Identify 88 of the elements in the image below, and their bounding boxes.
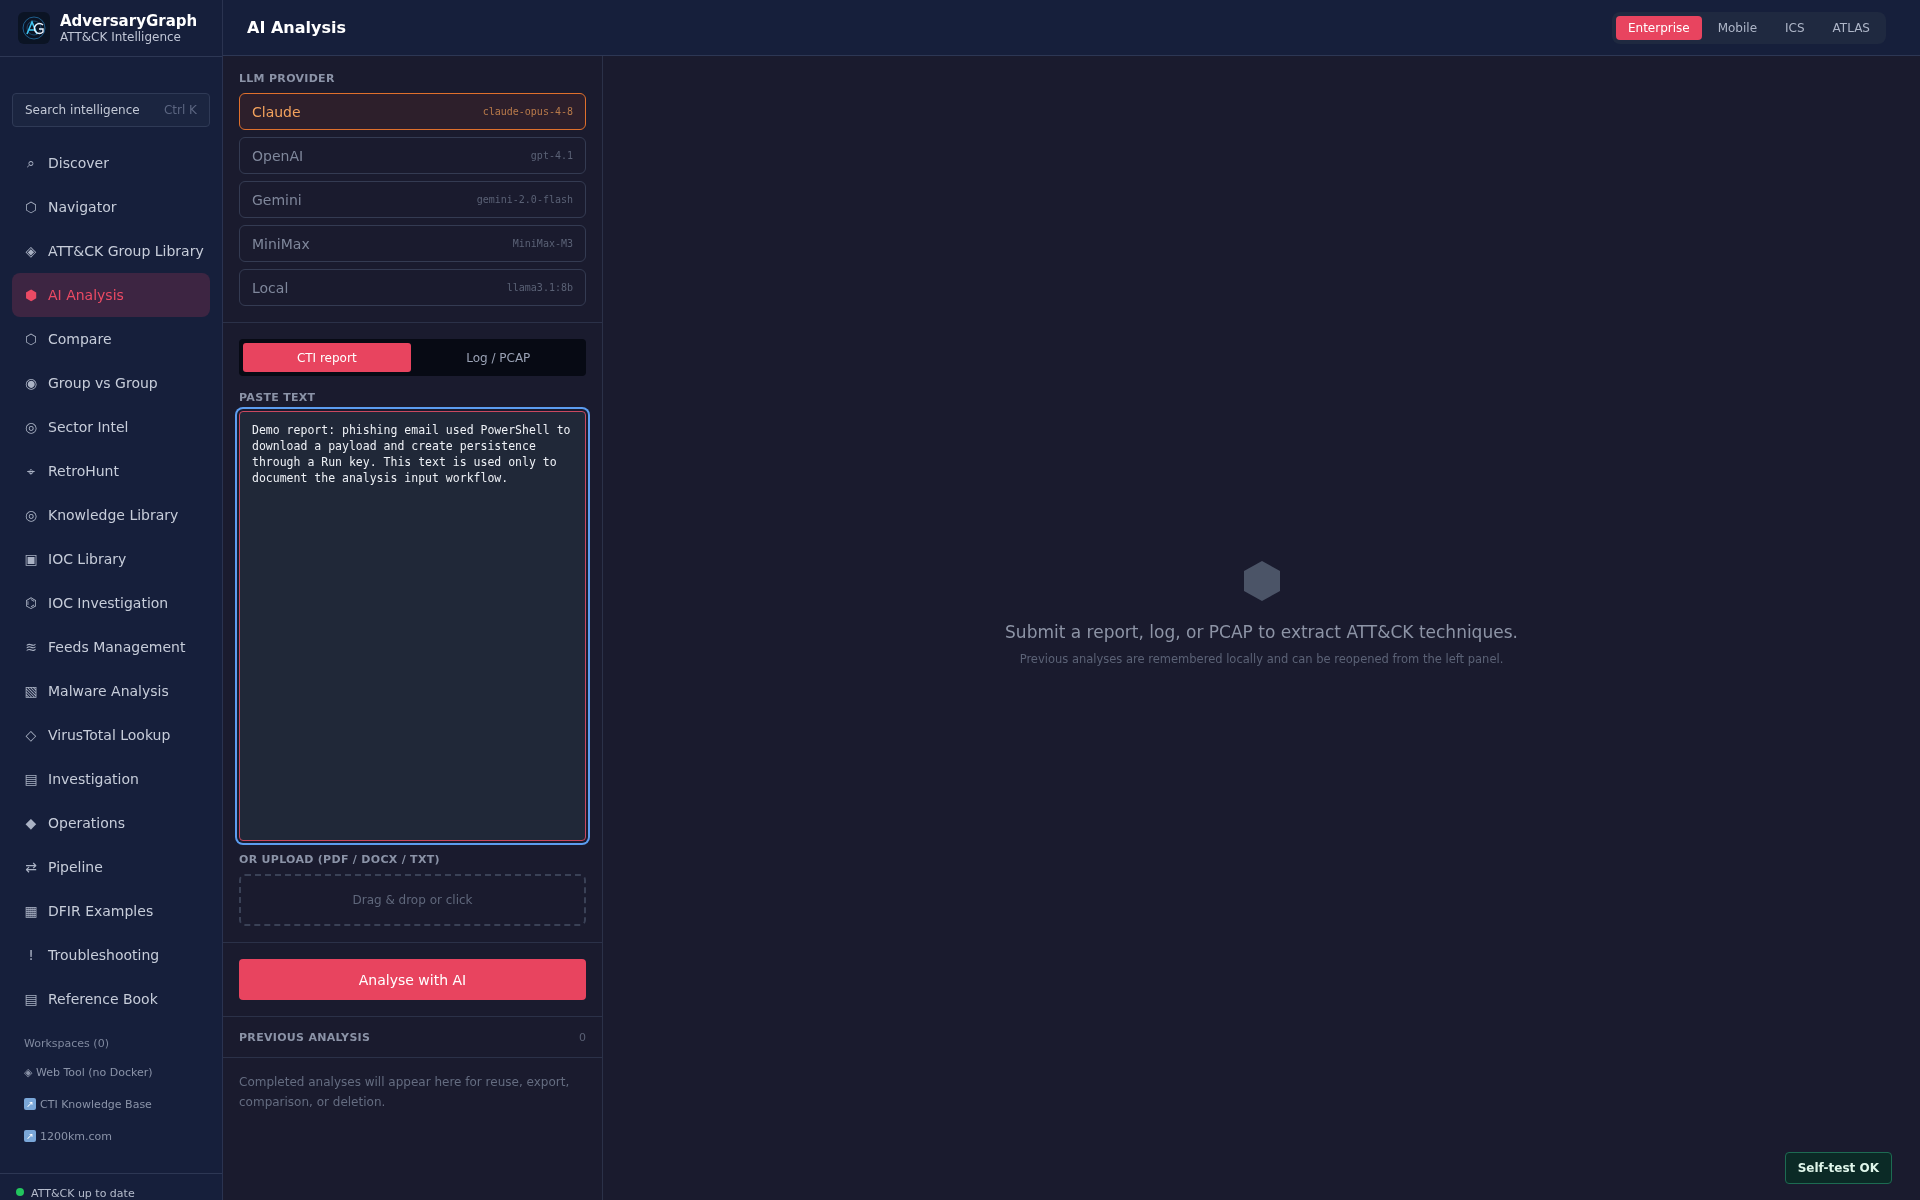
empty-state-subtitle: Previous analyses are remembered locally and can be reopened from the left panel. <box>1019 652 1504 666</box>
analyse-button[interactable]: Analyse with AI <box>239 959 586 1000</box>
page-title: AI Analysis <box>247 18 346 37</box>
nav-item[interactable]: ⇄ Pipeline <box>12 845 210 889</box>
self-test-badge[interactable]: Self-test OK <box>1784 1152 1892 1184</box>
nav-item[interactable]: ◎ Sector Intel <box>12 405 210 449</box>
provider-name: MiniMax <box>252 235 310 252</box>
nav-icon: ⬡ <box>24 199 38 215</box>
nav-item[interactable]: ⌬ IOC Investigation <box>12 581 210 625</box>
hexagon-icon <box>1242 560 1281 602</box>
status-text: ATT&CK up to date <box>31 1187 135 1200</box>
section-label: PASTE TEXT <box>239 391 317 404</box>
external-link-icon: ↗ <box>24 1130 36 1142</box>
nav-icon: ◇ <box>24 727 38 743</box>
nav-icon: ◆ <box>24 815 38 831</box>
nav-item[interactable]: ⬡ Compare <box>12 317 210 361</box>
nav-item[interactable]: ▤ Reference Book <box>12 977 210 1021</box>
provider-option[interactable]: MiniMax MiniMax-M3 <box>239 225 586 262</box>
nav-item[interactable]: ▧ Malware Analysis <box>12 669 210 713</box>
framework-tab[interactable]: Enterprise <box>1615 15 1702 40</box>
provider-option[interactable]: Claude claude-opus-4-8 <box>239 93 586 130</box>
nav-item[interactable]: ▤ Investigation <box>12 757 210 801</box>
provider-option[interactable]: OpenAI gpt-4.1 <box>239 137 586 174</box>
nav-icon: ◎ <box>24 507 38 523</box>
provider-name: Local <box>252 279 289 296</box>
nav-item[interactable]: ! Troubleshooting <box>12 933 210 977</box>
nav-icon: ▦ <box>24 903 38 919</box>
nav-item[interactable]: ▣ IOC Library <box>12 537 210 581</box>
mode-tab[interactable]: CTI report <box>243 343 411 372</box>
provider-option[interactable]: Local llama3.1:8b <box>239 269 586 306</box>
mode-tab[interactable]: Log / PCAP <box>414 343 582 372</box>
search-placeholder: Search intelligence <box>25 103 140 117</box>
nav-icon: ≋ <box>24 639 38 655</box>
nav-item[interactable]: ◇ VirusTotal Lookup <box>12 713 210 757</box>
sidebar-link[interactable]: 1200km.com <box>40 1129 113 1143</box>
nav-icon: ▧ <box>24 683 38 699</box>
nav-item[interactable]: ≋ Feeds Management <box>12 625 210 669</box>
nav-item[interactable]: ⌖ RetroHunt <box>12 449 210 493</box>
search-field[interactable]: Search intelligence Ctrl K <box>12 93 210 127</box>
provider-name: Gemini <box>252 191 302 208</box>
text-area[interactable]: Demo report: phishing email used PowerShell to download a payload and create persistence through a Run key. This text is used only to document the analysis input workflow. <box>239 411 586 841</box>
section-label: PREVIOUS ANALYSIS <box>239 1030 371 1044</box>
shortcut-hint: Ctrl K <box>163 103 197 117</box>
dropzone-hint: Drag & drop or click <box>352 893 473 907</box>
sidebar-link[interactable]: ◈ Web Tool (no Docker) <box>24 1056 198 1088</box>
nav-icon: ⬢ <box>24 287 38 303</box>
section-label: LLM PROVIDER <box>239 72 336 85</box>
nav-icon: ▤ <box>24 771 38 787</box>
provider-name: OpenAI <box>252 147 304 164</box>
external-link-icon: ↗ <box>24 1098 36 1110</box>
nav-icon: ▤ <box>24 991 38 1007</box>
provider-name: Claude <box>252 103 301 120</box>
sidebar-link[interactable]: CTI Knowledge Base <box>40 1097 152 1111</box>
nav-icon: ⇄ <box>24 859 38 875</box>
model-name: MiniMax-M3 <box>512 238 573 249</box>
nav-item[interactable]: ⌕ Discover <box>12 141 210 185</box>
empty-state-title: Submit a report, log, or PCAP to extract ATT&CK techniques. <box>1005 622 1518 642</box>
nav-icon: ⌖ <box>24 462 38 480</box>
framework-tab[interactable]: ATLAS <box>1820 15 1882 40</box>
nav-icon: ⌬ <box>24 595 38 611</box>
nav-icon: ! <box>24 947 38 963</box>
analysis-count: 0 <box>579 1030 586 1044</box>
nav-icon: ◉ <box>24 375 38 391</box>
framework-tab[interactable]: Mobile <box>1705 15 1770 40</box>
model-name: gemini-2.0-flash <box>476 194 573 205</box>
nav-icon: ⬡ <box>24 331 38 347</box>
workspaces-label[interactable]: Workspaces (0) <box>0 1021 222 1056</box>
model-name: gpt-4.1 <box>530 150 573 161</box>
framework-tab[interactable]: ICS <box>1773 15 1817 40</box>
nav-item[interactable]: ▦ DFIR Examples <box>12 889 210 933</box>
app-name: AdversaryGraph <box>60 12 198 30</box>
nav-icon: ▣ <box>24 551 38 567</box>
nav-icon: ⌕ <box>24 154 38 172</box>
nav-item[interactable]: ⬢ AI Analysis <box>12 273 210 317</box>
nav-item[interactable]: ◎ Knowledge Library <box>12 493 210 537</box>
nav-icon: ◈ <box>24 243 38 259</box>
app-tagline: ATT&CK Intelligence <box>60 30 182 44</box>
section-label: OR UPLOAD (PDF / DOCX / TXT) <box>239 853 441 866</box>
provider-option[interactable]: Gemini gemini-2.0-flash <box>239 181 586 218</box>
model-name: llama3.1:8b <box>506 282 573 293</box>
model-name: claude-opus-4-8 <box>482 106 573 117</box>
logo-icon <box>18 12 50 44</box>
nav-item[interactable]: ◆ Operations <box>12 801 210 845</box>
nav-item[interactable]: ⬡ Navigator <box>12 185 210 229</box>
nav-icon: ◎ <box>24 419 38 435</box>
empty-history-text: Completed analyses will appear here for reuse, export, comparison, or deletion. <box>238 1074 571 1111</box>
nav-item[interactable]: ◉ Group vs Group <box>12 361 210 405</box>
nav-item[interactable]: ◈ ATT&CK Group Library <box>12 229 210 273</box>
